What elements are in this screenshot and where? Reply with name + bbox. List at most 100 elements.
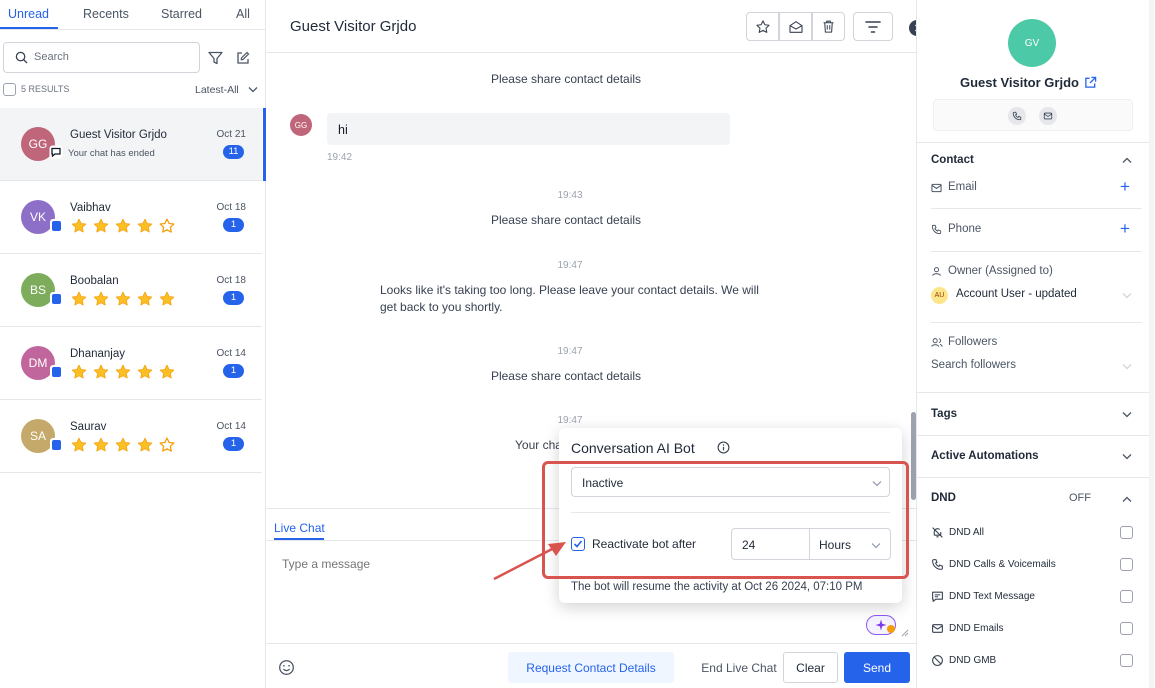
message-time: 19:43 [557,190,583,201]
owner-label: Owner (Assigned to) [948,265,1053,277]
panel-scrollbar-track[interactable] [1149,0,1154,688]
delete-button[interactable] [812,12,845,41]
star-filled-icon [137,437,153,452]
rating-stars [70,217,176,235]
resize-handle-icon[interactable] [901,629,909,637]
owner-select[interactable]: Account User - updated [956,288,1077,300]
automations-section-header[interactable]: Active Automations [931,450,1039,462]
dnd-all-checkbox[interactable] [1120,526,1133,539]
divider [917,142,1150,143]
request-contact-details-button[interactable]: Request Contact Details [508,652,674,683]
contact-section-header[interactable]: Contact [931,154,974,166]
search-input[interactable] [34,51,184,63]
mark-unread-button[interactable] [779,12,812,41]
email-label: Email [948,181,977,193]
star-filled-icon [93,437,109,452]
tags-section-header[interactable]: Tags [931,408,957,420]
chevron-up-icon[interactable] [1122,157,1132,164]
conversation-date: Oct 18 [216,275,246,286]
rating-stars [70,436,176,454]
unread-count-badge: 1 [223,291,244,305]
unread-count-badge: 11 [223,145,244,159]
chevron-down-icon[interactable] [248,86,258,93]
chevron-down-icon[interactable] [1122,411,1132,418]
conversation-item[interactable]: BS Boobalan Oct 18 1 [0,254,262,327]
add-phone-button[interactable]: + [1120,219,1130,239]
tab-starred[interactable]: Starred [161,7,202,21]
contact-name: Saurav [70,421,107,433]
user-icon [932,267,941,276]
highlight-box [542,461,909,579]
send-button[interactable]: Send [844,652,910,683]
dnd-gmb-row: DND GMB [931,653,1151,669]
divider [931,208,1142,209]
contact-name: Vaibhav [70,202,111,214]
visitor-avatar: GG [290,114,312,136]
message-time: 19:47 [557,415,583,426]
call-button[interactable] [1008,107,1026,125]
tab-recents[interactable]: Recents [83,7,129,21]
sort-dropdown[interactable]: Latest-All [195,84,239,96]
results-count: 5 RESULTS [21,84,70,94]
contact-name: Dhananjay [70,348,125,360]
dnd-sms-checkbox[interactable] [1120,590,1133,603]
star-filled-icon [93,291,109,306]
filter-icon[interactable] [208,51,223,65]
star-outline-icon [159,437,175,452]
phone-icon [932,559,943,570]
chat-bubble-icon [49,145,63,159]
info-icon[interactable] [717,441,730,454]
search-box[interactable] [3,42,200,73]
dnd-emails-checkbox[interactable] [1120,622,1133,635]
message-preview: Your chat has ended [68,148,155,159]
bell-off-icon [932,527,943,538]
tab-live-chat[interactable]: Live Chat [274,521,325,535]
dnd-gmb-checkbox[interactable] [1120,654,1133,667]
compose-icon[interactable] [236,51,250,65]
message-square-icon [932,591,943,602]
star-outline-icon [159,218,175,233]
chevron-down-icon[interactable] [1122,292,1132,299]
filter-messages-button[interactable] [853,12,893,41]
conversation-item[interactable]: DM Dhananjay Oct 14 1 [0,327,262,400]
select-all-checkbox[interactable] [3,83,16,96]
star-filled-icon [115,364,131,379]
add-email-button[interactable]: + [1120,177,1130,197]
search-icon [15,51,28,64]
envelope-open-icon [788,20,803,33]
ai-assist-button[interactable] [866,615,896,635]
followers-search[interactable]: Search followers [931,359,1016,371]
system-message: Your cha [515,438,562,452]
star-filled-icon [137,291,153,306]
conversation-item[interactable]: GG Guest Visitor Grjdo Your chat has ended… [0,108,266,181]
bot-message: Looks like it's taking too long. Please … [380,283,759,314]
channel-icon [50,438,62,451]
contact-name: Boobalan [70,275,119,287]
dnd-calls-checkbox[interactable] [1120,558,1133,571]
chevron-down-icon[interactable] [1122,363,1132,370]
active-tab-indicator [0,27,58,29]
clear-button[interactable]: Clear [783,652,838,683]
star-filled-icon [71,218,87,233]
divider [266,643,916,644]
filter-lines-icon [865,20,881,33]
chevron-up-icon[interactable] [1122,496,1132,503]
sparkle-icon [875,619,887,631]
tab-unread[interactable]: Unread [8,7,49,21]
external-link-icon[interactable] [1084,76,1097,89]
divider [917,477,1150,478]
conversation-item[interactable]: SA Saurav Oct 14 1 [0,400,262,473]
conversation-list-panel: Unread Recents Starred All 5 RESULTS Lat… [0,0,266,688]
conversation-date: Oct 21 [216,129,246,140]
dnd-section-header[interactable]: DND [931,492,956,504]
unread-count-badge: 1 [223,364,244,378]
conversation-item[interactable]: VK Vaibhav Oct 18 1 [0,181,262,254]
emoji-icon[interactable] [278,659,295,676]
email-button[interactable] [1039,107,1057,125]
star-filled-icon [71,437,87,452]
tab-all[interactable]: All [236,7,250,21]
chevron-down-icon[interactable] [1122,453,1132,460]
star-button[interactable] [746,12,779,41]
star-filled-icon [137,218,153,233]
end-live-chat-button[interactable]: End Live Chat [684,652,794,683]
